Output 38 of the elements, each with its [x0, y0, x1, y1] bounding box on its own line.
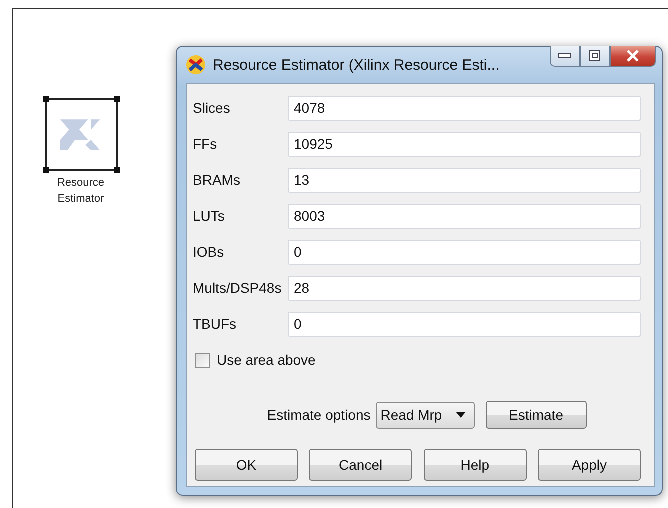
maximize-icon	[589, 50, 601, 62]
dialog-button[interactable]: Apply	[538, 449, 641, 481]
checkbox-label: Use area above	[217, 352, 316, 368]
dialog-button[interactable]: Cancel	[309, 449, 412, 481]
close-button[interactable]	[610, 46, 656, 67]
minimize-button[interactable]	[550, 46, 580, 67]
close-icon	[626, 50, 640, 62]
input-field[interactable]: 4078	[288, 96, 641, 120]
resize-handle[interactable]	[114, 96, 120, 102]
checkbox[interactable]	[195, 352, 210, 368]
field-label: TBUFs	[193, 316, 238, 332]
field-label: Slices	[193, 100, 232, 116]
field-label: LUTs	[193, 208, 226, 224]
options-dropdown[interactable]: Read Mrp	[376, 402, 475, 428]
app-icon	[186, 55, 206, 75]
field-label: IOBs	[193, 244, 226, 260]
estimate-options-label: Estimate options	[267, 407, 371, 423]
resize-handle[interactable]	[114, 167, 120, 173]
field-label: BRAMs	[193, 172, 242, 188]
window-title: Resource Estimator (Xilinx Resource Esti...	[213, 56, 500, 74]
dialog-button[interactable]: Help	[424, 449, 527, 481]
input-field[interactable]: 10925	[288, 132, 641, 156]
input-field[interactable]: 0	[288, 240, 641, 264]
minimize-icon	[558, 52, 572, 60]
estimate-button[interactable]: Estimate	[486, 401, 587, 429]
dialog-button[interactable]: OK	[195, 449, 298, 481]
field-label: FFs	[193, 136, 218, 152]
field-label: Mults/DSP48s	[193, 280, 283, 296]
block-label: Resource Estimator	[57, 176, 105, 207]
input-field[interactable]: 13	[288, 168, 641, 192]
input-field[interactable]: 0	[288, 312, 641, 336]
resize-handle[interactable]	[42, 167, 48, 173]
dropdown-arrow-icon	[456, 412, 466, 418]
resize-handle[interactable]	[42, 96, 48, 102]
input-field[interactable]: 28	[288, 276, 641, 300]
input-field[interactable]: 8003	[288, 204, 641, 228]
block-symbol[interactable]	[44, 98, 118, 171]
maximize-button[interactable]	[580, 46, 610, 67]
